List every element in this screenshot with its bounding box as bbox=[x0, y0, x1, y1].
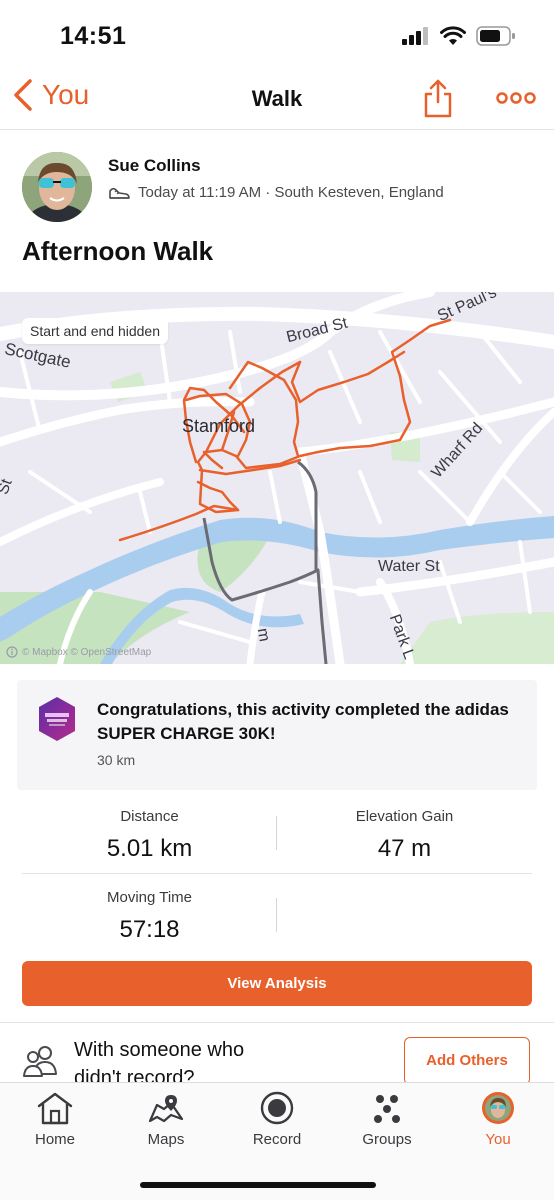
achievement-distance: 30 km bbox=[97, 752, 136, 768]
distance-label: Distance bbox=[120, 808, 179, 825]
walking-shoe-icon bbox=[109, 187, 130, 199]
stat-distance: Distance 5.01 km bbox=[22, 808, 277, 863]
chevron-left-icon bbox=[14, 79, 32, 111]
tab-maps[interactable]: Maps bbox=[116, 1091, 216, 1157]
activity-title: Afternoon Walk bbox=[22, 236, 214, 266]
tab-home[interactable]: Home bbox=[5, 1091, 105, 1157]
distance-value: 5.01 km bbox=[106, 835, 193, 862]
back-label: You bbox=[42, 79, 90, 110]
maps-icon bbox=[148, 1095, 184, 1123]
activity-header: Sue Collins Today at 11:19 AM · South Ke… bbox=[22, 150, 532, 222]
stat-divider bbox=[276, 898, 277, 932]
section-divider bbox=[0, 1022, 554, 1023]
route-map[interactable]: Scotgate Broad St St Paul's Stamford Wha… bbox=[0, 292, 554, 664]
map-attribution[interactable]: © Mapbox © OpenStreetMap bbox=[6, 646, 151, 658]
achievement-text: Congratulations, this activity completed… bbox=[97, 700, 509, 743]
map-label-stamford: Stamford bbox=[182, 416, 256, 436]
attribution-text: © Mapbox © OpenStreetMap bbox=[22, 646, 152, 658]
add-others-button[interactable]: Add Others bbox=[404, 1037, 530, 1085]
tab-label: Home bbox=[34, 1131, 75, 1148]
stats-divider bbox=[22, 873, 532, 874]
tab-label: Groups bbox=[362, 1131, 412, 1148]
home-indicator bbox=[140, 1182, 376, 1188]
share-icon[interactable] bbox=[422, 78, 454, 118]
wifi-icon bbox=[440, 26, 466, 45]
info-icon bbox=[6, 646, 18, 658]
avatar-icon bbox=[482, 1092, 514, 1124]
tab-you[interactable]: You bbox=[448, 1091, 548, 1157]
home-icon bbox=[37, 1092, 73, 1125]
view-analysis-button[interactable]: View Analysis bbox=[22, 961, 532, 1006]
avatar[interactable] bbox=[22, 152, 92, 222]
elevation-value: 47 m bbox=[377, 835, 432, 862]
achievement-card[interactable]: Congratulations, this activity completed… bbox=[17, 680, 537, 790]
tab-record[interactable]: Record bbox=[227, 1091, 327, 1157]
activity-meta: Today at 11:19 AM · South Kesteven, Engl… bbox=[108, 184, 444, 201]
stat-elevation: Elevation Gain 47 m bbox=[277, 808, 532, 863]
back-button[interactable]: You bbox=[12, 78, 89, 112]
map-canvas bbox=[0, 292, 554, 664]
activity-datetime-location: Today at 11:19 AM · South Kesteven, Engl… bbox=[138, 184, 444, 201]
status-bar: 14:51 bbox=[0, 0, 554, 70]
challenge-badge-icon bbox=[39, 697, 75, 741]
moving-time-value: 57:18 bbox=[119, 916, 180, 943]
athlete-name[interactable]: Sue Collins bbox=[108, 156, 201, 176]
signal-icon bbox=[402, 27, 428, 45]
status-time: 14:51 bbox=[60, 22, 127, 50]
people-icon bbox=[23, 1046, 57, 1077]
elevation-label: Elevation Gain bbox=[355, 808, 454, 825]
record-icon bbox=[260, 1091, 294, 1125]
tab-groups[interactable]: Groups bbox=[337, 1091, 437, 1157]
battery-icon bbox=[476, 26, 515, 46]
tab-label: Record bbox=[252, 1131, 302, 1148]
stat-moving-time: Moving Time 57:18 bbox=[22, 889, 277, 944]
map-label-water-st: Water St bbox=[378, 558, 440, 575]
privacy-chip: Start and end hidden bbox=[22, 318, 168, 344]
status-icons bbox=[402, 26, 516, 46]
tab-label: Maps bbox=[147, 1131, 185, 1148]
more-options-icon[interactable] bbox=[496, 88, 536, 108]
tab-label: You bbox=[485, 1131, 511, 1148]
groups-icon bbox=[374, 1095, 400, 1123]
avatar-photo bbox=[22, 152, 92, 222]
activity-stats: Distance 5.01 km Elevation Gain 47 m Mov… bbox=[22, 800, 532, 950]
nav-bar: You Walk bbox=[0, 70, 554, 130]
moving-time-label: Moving Time bbox=[106, 889, 193, 906]
